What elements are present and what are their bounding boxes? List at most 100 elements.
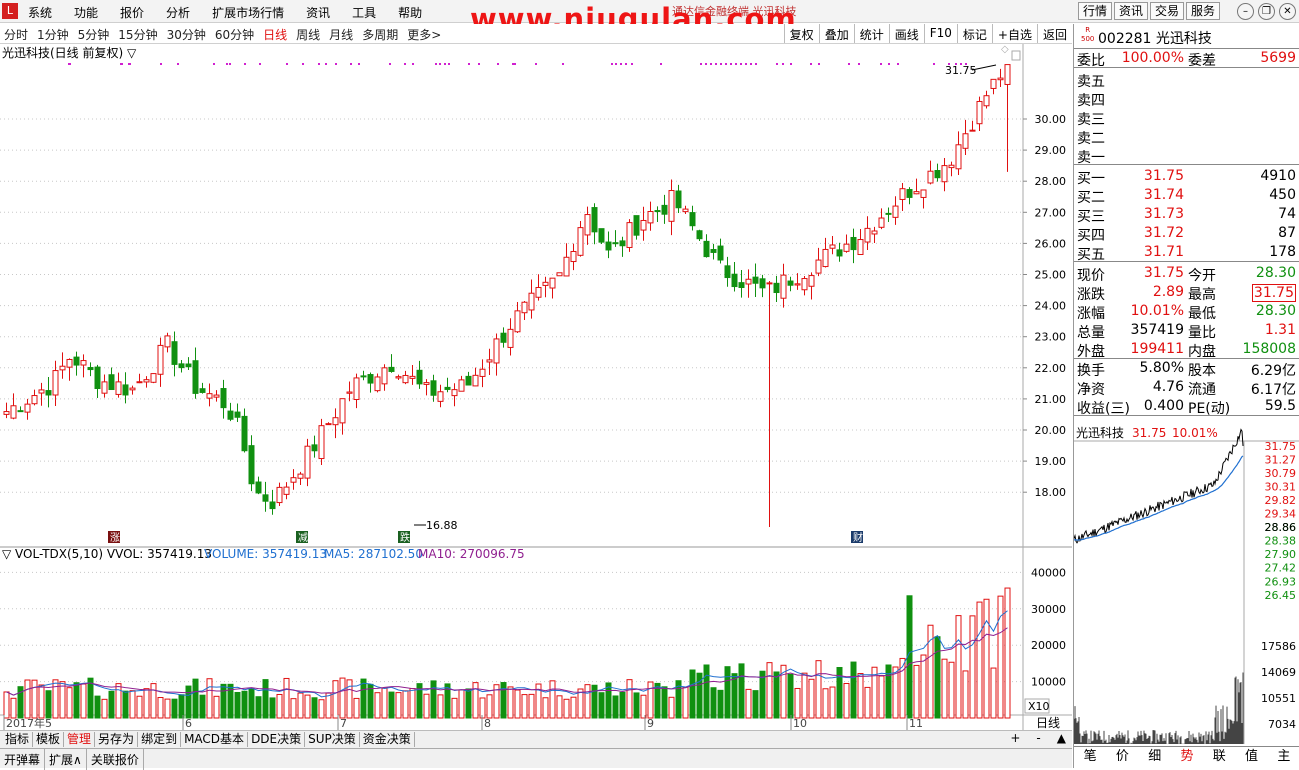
- period-1min[interactable]: 1分钟: [37, 26, 69, 43]
- add-watchlist-button[interactable]: +自选: [991, 24, 1037, 43]
- expand-button[interactable]: ▲: [1057, 731, 1066, 745]
- period-monthly[interactable]: 月线: [329, 26, 353, 43]
- tab-price[interactable]: 价: [1106, 747, 1138, 768]
- signal-dot: [213, 63, 215, 65]
- signal-dot: [259, 63, 261, 65]
- candle-body: [766, 282, 773, 285]
- period-daily[interactable]: 日线: [263, 26, 287, 43]
- buy-row[interactable]: 买一 31.75 4910: [1074, 167, 1299, 187]
- volume-bar: [234, 691, 241, 719]
- buy-row[interactable]: 买二 31.74 450: [1074, 186, 1299, 206]
- volume-bar: [738, 663, 745, 719]
- tab-fund[interactable]: 资金决策: [360, 732, 415, 747]
- buy-row[interactable]: 买四 31.72 87: [1074, 224, 1299, 244]
- candle-body: [185, 363, 192, 368]
- ma5-line: [6, 610, 1008, 698]
- menu-item-system[interactable]: 系统: [28, 4, 52, 21]
- volume-label: 20000: [1031, 639, 1066, 652]
- zoom-out-button[interactable]: -: [1036, 731, 1040, 745]
- tab-dde[interactable]: DDE决策: [248, 732, 306, 747]
- minimize-icon[interactable]: –: [1237, 3, 1254, 20]
- tab-trend[interactable]: 势: [1171, 747, 1203, 768]
- tab-link[interactable]: 联: [1203, 747, 1235, 768]
- volume-bar: [73, 682, 80, 719]
- danmaku-button[interactable]: 开弹幕: [0, 749, 46, 770]
- restore-icon[interactable]: ❐: [1258, 3, 1275, 20]
- kline-chart[interactable]: 光迅科技(日线 前复权) ▽ 30.00 29.00 28.00 27.00 26.00…: [0, 44, 1072, 730]
- volume-bar: [864, 686, 871, 719]
- volume-bar: [507, 686, 514, 719]
- zoom-in-button[interactable]: +: [1010, 731, 1020, 745]
- menu-item-quote[interactable]: 报价: [120, 4, 144, 21]
- price-label: 30.00: [1035, 113, 1067, 126]
- candle-body: [388, 366, 395, 372]
- menu-item-news[interactable]: 资讯: [306, 4, 330, 21]
- adjust-button[interactable]: 复权: [783, 24, 819, 43]
- period-5min[interactable]: 5分钟: [78, 26, 110, 43]
- tab-detail[interactable]: 细: [1139, 747, 1171, 768]
- volume-bar: [710, 687, 717, 719]
- r500-badge: R 500: [1081, 26, 1095, 43]
- menu-item-help[interactable]: 帮助: [398, 4, 422, 21]
- tab-template[interactable]: 模板: [33, 732, 65, 747]
- close-icon[interactable]: ✕: [1279, 3, 1296, 20]
- f10-button[interactable]: F10: [923, 24, 957, 43]
- signal-dot: [535, 63, 537, 65]
- tab-macd[interactable]: MACD基本: [181, 732, 249, 747]
- indicator-tab-bar: 指标 模板 管理 另存为 绑定到 MACD基本 DDE决策 SUP决策 资金决策…: [0, 730, 1072, 748]
- tab-tick[interactable]: 笔: [1074, 747, 1106, 768]
- mini-volume-label: 17586: [1261, 640, 1296, 653]
- tab-sup[interactable]: SUP决策: [305, 732, 360, 747]
- linked-quote-button[interactable]: 关联报价: [87, 749, 144, 770]
- volume-label: 40000: [1031, 566, 1066, 579]
- price-label: 28.00: [1035, 175, 1067, 188]
- menu-item-analysis[interactable]: 分析: [166, 4, 190, 21]
- volume-bar: [360, 678, 367, 719]
- candle-body: [3, 411, 10, 415]
- tab-indicator[interactable]: 指标: [2, 732, 34, 747]
- quote-button[interactable]: 行情: [1078, 2, 1113, 20]
- period-weekly[interactable]: 周线: [296, 26, 320, 43]
- candle-body: [843, 243, 850, 252]
- candle-body: [479, 368, 486, 377]
- back-button[interactable]: 返回: [1036, 24, 1072, 43]
- tab-save-as[interactable]: 另存为: [95, 732, 139, 747]
- period-more[interactable]: 更多>: [407, 26, 441, 43]
- mark-button[interactable]: 标记: [956, 24, 992, 43]
- buy-row[interactable]: 买三 31.73 74: [1074, 205, 1299, 225]
- intraday-minichart[interactable]: 光迅科技 31.75 10.01% 31.7531.2730.7930.3129…: [1074, 424, 1299, 744]
- period-60min[interactable]: 60分钟: [215, 26, 254, 43]
- buy-row[interactable]: 买五 31.71 178: [1074, 243, 1299, 263]
- tab-value[interactable]: 值: [1235, 747, 1267, 768]
- menu-item-tools[interactable]: 工具: [352, 4, 376, 21]
- period-timeshare[interactable]: 分时: [4, 26, 28, 43]
- price-label: 29.00: [1035, 144, 1067, 157]
- app-logo-icon[interactable]: L: [2, 3, 18, 19]
- candle-body: [528, 292, 535, 311]
- panel-toggle-icon[interactable]: [1011, 50, 1021, 61]
- volume-bar: [570, 696, 577, 719]
- menu-bar: L 系统 功能 报价 分析 扩展市场行情 资讯 工具 帮助 通达信金融终端 光迅…: [0, 0, 1299, 36]
- candle-body: [913, 191, 920, 195]
- candle-body: [1004, 64, 1011, 85]
- stats-button[interactable]: 统计: [853, 24, 889, 43]
- menu-item-extended-market[interactable]: 扩展市场行情: [212, 4, 284, 21]
- tab-manage[interactable]: 管理: [64, 732, 96, 747]
- stat-row: 总量 357419 量比 1.31: [1077, 322, 1296, 341]
- period-15min[interactable]: 15分钟: [118, 26, 157, 43]
- tab-bind-to[interactable]: 绑定到: [138, 732, 182, 747]
- period-30min[interactable]: 30分钟: [167, 26, 206, 43]
- extend-button[interactable]: 扩展∧: [45, 749, 87, 770]
- menu-item-function[interactable]: 功能: [74, 4, 98, 21]
- candle-body: [885, 212, 892, 215]
- signal-dot: [700, 63, 702, 65]
- service-button[interactable]: 服务: [1186, 2, 1221, 20]
- volume-bar: [269, 697, 276, 719]
- overlay-button[interactable]: 叠加: [818, 24, 854, 43]
- trade-button[interactable]: 交易: [1150, 2, 1185, 20]
- tab-main[interactable]: 主: [1268, 747, 1299, 768]
- volume-bar: [409, 688, 416, 719]
- draw-button[interactable]: 画线: [888, 24, 924, 43]
- period-multi[interactable]: 多周期: [362, 26, 398, 43]
- news-button[interactable]: 资讯: [1114, 2, 1149, 20]
